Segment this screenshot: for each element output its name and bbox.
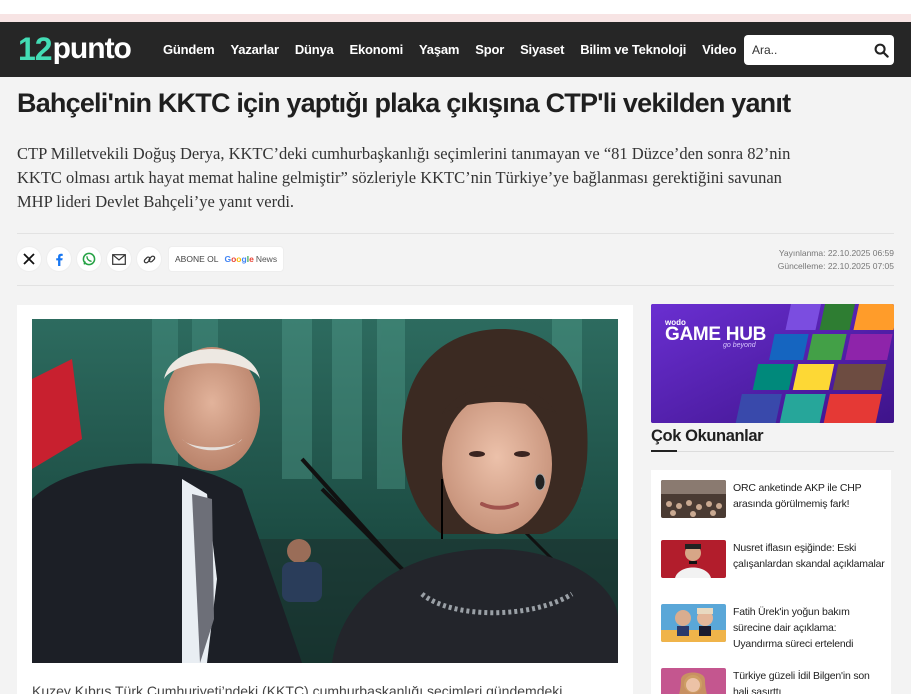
divider — [17, 285, 894, 286]
google-news-suffix: News — [255, 254, 278, 264]
share-whatsapp-button[interactable] — [77, 247, 101, 271]
email-icon — [112, 253, 126, 265]
navbar: 12 punto Gündem Yazarlar Dünya Ekonomi Y… — [0, 22, 911, 77]
most-read-thumbnail — [661, 540, 726, 578]
most-read-thumbnail — [661, 668, 726, 694]
link-icon — [143, 255, 155, 263]
most-read-item[interactable]: Fatih Ürek'in yoğun bakım sürecine dair … — [661, 604, 886, 652]
most-read-thumbnail — [661, 604, 726, 642]
nav-item-video[interactable]: Video — [702, 42, 736, 57]
most-read-title: Çok Okunanlar — [651, 427, 764, 445]
share-bar: ABONE OL Google News — [17, 247, 284, 271]
search-box — [744, 35, 894, 65]
ad-tagline: go beyond — [723, 342, 756, 349]
top-strip — [0, 0, 911, 14]
nav-item-ekonomi[interactable]: Ekonomi — [350, 42, 404, 57]
divider — [17, 233, 894, 234]
site-logo[interactable]: 12 punto — [18, 30, 132, 67]
search-button[interactable] — [870, 39, 892, 61]
nav-item-yasam[interactable]: Yaşam — [419, 42, 459, 57]
whatsapp-icon — [82, 252, 96, 266]
section-underline — [651, 450, 677, 452]
nav-item-yazarlar[interactable]: Yazarlar — [231, 42, 279, 57]
x-icon — [23, 253, 35, 265]
most-read-item[interactable]: Nusret iflasın eşiğinde: Eski çalışanlar… — [661, 540, 886, 588]
share-x-button[interactable] — [17, 247, 41, 271]
ad-banner-game-hub[interactable]: wodo GAME HUB go beyond — [651, 304, 894, 423]
most-read-list: ORC anketinde AKP ile CHP arasında görül… — [651, 470, 891, 694]
google-news-logo: Google News — [224, 254, 278, 264]
ad-background — [651, 304, 894, 423]
subscribe-label: ABONE OL — [175, 254, 219, 264]
article-summary: CTP Milletvekili Doğuş Derya, KKTC’deki … — [17, 144, 791, 211]
most-read-thumbnail — [661, 480, 726, 518]
updated-date: Güncelleme: 22.10.2025 07:05 — [777, 261, 894, 271]
nav-item-bilim-ve-teknoloji[interactable]: Bilim ve Teknoloji — [580, 42, 686, 57]
nav-item-gundem[interactable]: Gündem — [163, 42, 215, 57]
nav-item-dunya[interactable]: Dünya — [295, 42, 334, 57]
most-read-item-title: ORC anketinde AKP ile CHP arasında görül… — [733, 482, 862, 510]
most-read-item[interactable]: Türkiye güzeli İdil Bilgen'in son hali ş… — [661, 668, 886, 694]
search-input[interactable] — [744, 35, 868, 65]
article-hero-image[interactable] — [32, 319, 618, 663]
most-read-item-title: Nusret iflasın eşiğinde: Eski çalışanlar… — [733, 542, 885, 570]
facebook-icon — [56, 253, 63, 266]
nav-item-siyaset[interactable]: Siyaset — [520, 42, 564, 57]
top-accent-line — [0, 14, 911, 22]
article-headline: Bahçeli'nin KKTC için yaptığı plaka çıkı… — [17, 88, 791, 118]
most-read-item[interactable]: ORC anketinde AKP ile CHP arasında görül… — [661, 480, 886, 520]
search-icon — [874, 43, 889, 58]
logo-word: punto — [52, 32, 132, 65]
published-date: Yayınlanma: 22.10.2025 06:59 — [778, 248, 894, 258]
share-facebook-button[interactable] — [47, 247, 71, 271]
logo-number: 12 — [18, 30, 53, 67]
google-news-subscribe-button[interactable]: ABONE OL Google News — [169, 247, 284, 271]
section-divider — [651, 451, 894, 452]
article-body-start: Kuzey Kıbrıs Türk Cumhuriyeti’ndeki (KKT… — [32, 683, 563, 694]
most-read-item-title: Türkiye güzeli İdil Bilgen'in son hali ş… — [733, 670, 870, 694]
article-card: Kuzey Kıbrıs Türk Cumhuriyeti’ndeki (KKT… — [17, 305, 633, 694]
most-read-item-title: Fatih Ürek'in yoğun bakım sürecine dair … — [733, 606, 854, 650]
share-email-button[interactable] — [107, 247, 131, 271]
copy-link-button[interactable] — [137, 247, 161, 271]
hero-photo — [32, 319, 618, 663]
article-dates: Yayınlanma: 22.10.2025 06:59 Güncelleme:… — [778, 247, 894, 273]
main-nav: Gündem Yazarlar Dünya Ekonomi Yaşam Spor… — [163, 22, 752, 77]
nav-item-spor[interactable]: Spor — [475, 42, 504, 57]
